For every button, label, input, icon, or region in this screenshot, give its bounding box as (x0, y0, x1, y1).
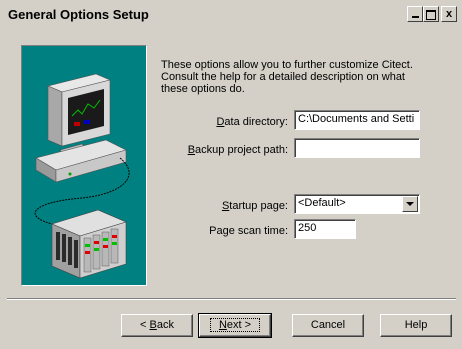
startup-page-value: <Default> (298, 197, 346, 209)
page-scan-time-field[interactable]: 250 (294, 219, 356, 239)
chevron-down-icon[interactable] (402, 196, 418, 212)
startup-page-label: Startup page: (221, 200, 288, 212)
close-icon: x (445, 8, 453, 20)
next-button-focus: Next > (209, 318, 261, 332)
wizard-illustration (21, 45, 147, 286)
data-directory-label: Data directory: (216, 116, 288, 128)
window-title: General Options Setup (8, 7, 149, 22)
minimize-icon (411, 16, 419, 18)
title-bar[interactable]: General Options Setup x (0, 0, 462, 30)
help-button[interactable]: Help (380, 314, 452, 337)
maximize-icon (426, 10, 436, 20)
close-button[interactable]: x (441, 6, 457, 22)
separator (7, 298, 456, 300)
data-directory-field[interactable]: C:\Documents and Setti (294, 110, 420, 130)
page-scan-time-label: Page scan time: (209, 225, 288, 237)
minimize-button[interactable] (407, 6, 423, 22)
computer-icon (35, 73, 127, 183)
description-text: These options allow you to further custo… (161, 59, 413, 95)
illustration-graphic (34, 73, 130, 279)
backup-path-field[interactable] (294, 138, 420, 158)
next-button[interactable]: Next > (198, 313, 272, 338)
back-button[interactable]: < Back (121, 314, 193, 337)
backup-path-label: Backup project path: (187, 144, 288, 156)
plc-rack-icon (51, 209, 127, 279)
startup-page-dropdown[interactable]: <Default> (294, 194, 420, 214)
maximize-button[interactable] (423, 6, 439, 22)
cancel-button[interactable]: Cancel (292, 314, 364, 337)
